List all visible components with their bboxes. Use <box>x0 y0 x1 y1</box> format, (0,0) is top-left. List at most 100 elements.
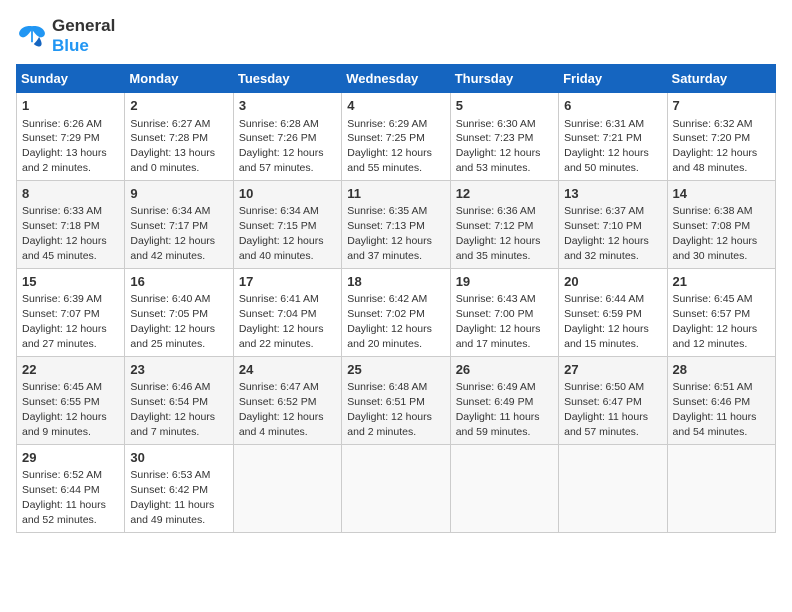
calendar-day-cell: 8 Sunrise: 6:33 AM Sunset: 7:18 PM Dayli… <box>17 180 125 268</box>
day-sunset: Sunset: 7:15 PM <box>239 220 317 232</box>
day-sunset: Sunset: 6:52 PM <box>239 396 317 408</box>
day-sunrise: Sunrise: 6:44 AM <box>564 293 644 305</box>
day-sunset: Sunset: 7:18 PM <box>22 220 100 232</box>
day-number: 21 <box>673 273 770 291</box>
calendar-day-cell: 30 Sunrise: 6:53 AM Sunset: 6:42 PM Dayl… <box>125 444 233 532</box>
empty-cell <box>342 444 450 532</box>
calendar-week-row: 29 Sunrise: 6:52 AM Sunset: 6:44 PM Dayl… <box>17 444 776 532</box>
day-daylight: Daylight: 12 hours and 32 minutes. <box>564 235 649 262</box>
day-daylight: Daylight: 13 hours and 0 minutes. <box>130 147 215 174</box>
day-sunrise: Sunrise: 6:32 AM <box>673 118 753 130</box>
day-number: 9 <box>130 185 227 203</box>
day-sunrise: Sunrise: 6:34 AM <box>130 205 210 217</box>
day-number: 3 <box>239 97 336 115</box>
day-sunset: Sunset: 7:13 PM <box>347 220 425 232</box>
day-number: 2 <box>130 97 227 115</box>
calendar-day-cell: 1 Sunrise: 6:26 AM Sunset: 7:29 PM Dayli… <box>17 93 125 181</box>
day-daylight: Daylight: 12 hours and 27 minutes. <box>22 323 107 350</box>
day-sunrise: Sunrise: 6:52 AM <box>22 469 102 481</box>
day-sunset: Sunset: 7:05 PM <box>130 308 208 320</box>
calendar-day-cell: 23 Sunrise: 6:46 AM Sunset: 6:54 PM Dayl… <box>125 356 233 444</box>
day-sunset: Sunset: 7:08 PM <box>673 220 751 232</box>
day-daylight: Daylight: 11 hours and 57 minutes. <box>564 411 648 438</box>
day-sunrise: Sunrise: 6:45 AM <box>22 381 102 393</box>
empty-cell <box>233 444 341 532</box>
day-sunrise: Sunrise: 6:39 AM <box>22 293 102 305</box>
day-number: 19 <box>456 273 553 291</box>
calendar-day-cell: 9 Sunrise: 6:34 AM Sunset: 7:17 PM Dayli… <box>125 180 233 268</box>
day-number: 7 <box>673 97 770 115</box>
day-sunrise: Sunrise: 6:31 AM <box>564 118 644 130</box>
day-daylight: Daylight: 11 hours and 49 minutes. <box>130 499 214 526</box>
day-sunrise: Sunrise: 6:38 AM <box>673 205 753 217</box>
day-sunset: Sunset: 6:51 PM <box>347 396 425 408</box>
logo-text: General Blue <box>52 16 115 56</box>
day-sunrise: Sunrise: 6:29 AM <box>347 118 427 130</box>
day-daylight: Daylight: 11 hours and 54 minutes. <box>673 411 757 438</box>
day-sunset: Sunset: 7:04 PM <box>239 308 317 320</box>
day-daylight: Daylight: 12 hours and 37 minutes. <box>347 235 432 262</box>
weekday-header-thursday: Thursday <box>450 65 558 93</box>
calendar-day-cell: 12 Sunrise: 6:36 AM Sunset: 7:12 PM Dayl… <box>450 180 558 268</box>
day-sunset: Sunset: 7:21 PM <box>564 132 642 144</box>
day-daylight: Daylight: 12 hours and 20 minutes. <box>347 323 432 350</box>
day-sunset: Sunset: 6:54 PM <box>130 396 208 408</box>
day-sunset: Sunset: 7:07 PM <box>22 308 100 320</box>
day-number: 4 <box>347 97 444 115</box>
day-daylight: Daylight: 11 hours and 52 minutes. <box>22 499 106 526</box>
day-sunset: Sunset: 6:59 PM <box>564 308 642 320</box>
calendar-day-cell: 2 Sunrise: 6:27 AM Sunset: 7:28 PM Dayli… <box>125 93 233 181</box>
logo: General Blue <box>16 16 115 56</box>
day-number: 11 <box>347 185 444 203</box>
day-sunset: Sunset: 6:47 PM <box>564 396 642 408</box>
weekday-header-saturday: Saturday <box>667 65 775 93</box>
weekday-header-wednesday: Wednesday <box>342 65 450 93</box>
day-sunset: Sunset: 6:57 PM <box>673 308 751 320</box>
day-daylight: Daylight: 12 hours and 53 minutes. <box>456 147 541 174</box>
empty-cell <box>559 444 667 532</box>
calendar-day-cell: 5 Sunrise: 6:30 AM Sunset: 7:23 PM Dayli… <box>450 93 558 181</box>
day-daylight: Daylight: 12 hours and 2 minutes. <box>347 411 432 438</box>
weekday-header-tuesday: Tuesday <box>233 65 341 93</box>
day-number: 28 <box>673 361 770 379</box>
weekday-header-sunday: Sunday <box>17 65 125 93</box>
day-daylight: Daylight: 12 hours and 35 minutes. <box>456 235 541 262</box>
calendar-day-cell: 6 Sunrise: 6:31 AM Sunset: 7:21 PM Dayli… <box>559 93 667 181</box>
day-number: 13 <box>564 185 661 203</box>
day-daylight: Daylight: 12 hours and 15 minutes. <box>564 323 649 350</box>
calendar-day-cell: 7 Sunrise: 6:32 AM Sunset: 7:20 PM Dayli… <box>667 93 775 181</box>
day-sunset: Sunset: 6:49 PM <box>456 396 534 408</box>
calendar-day-cell: 24 Sunrise: 6:47 AM Sunset: 6:52 PM Dayl… <box>233 356 341 444</box>
day-sunrise: Sunrise: 6:47 AM <box>239 381 319 393</box>
calendar-day-cell: 15 Sunrise: 6:39 AM Sunset: 7:07 PM Dayl… <box>17 268 125 356</box>
day-sunset: Sunset: 7:29 PM <box>22 132 100 144</box>
day-sunrise: Sunrise: 6:42 AM <box>347 293 427 305</box>
calendar-day-cell: 28 Sunrise: 6:51 AM Sunset: 6:46 PM Dayl… <box>667 356 775 444</box>
day-sunset: Sunset: 7:02 PM <box>347 308 425 320</box>
day-sunset: Sunset: 7:12 PM <box>456 220 534 232</box>
calendar-table: SundayMondayTuesdayWednesdayThursdayFrid… <box>16 64 776 533</box>
calendar-day-cell: 16 Sunrise: 6:40 AM Sunset: 7:05 PM Dayl… <box>125 268 233 356</box>
day-number: 26 <box>456 361 553 379</box>
day-number: 10 <box>239 185 336 203</box>
day-number: 20 <box>564 273 661 291</box>
day-number: 30 <box>130 449 227 467</box>
day-sunrise: Sunrise: 6:37 AM <box>564 205 644 217</box>
day-sunrise: Sunrise: 6:50 AM <box>564 381 644 393</box>
day-number: 16 <box>130 273 227 291</box>
empty-cell <box>450 444 558 532</box>
day-number: 12 <box>456 185 553 203</box>
day-number: 8 <box>22 185 119 203</box>
day-sunset: Sunset: 7:26 PM <box>239 132 317 144</box>
calendar-week-row: 15 Sunrise: 6:39 AM Sunset: 7:07 PM Dayl… <box>17 268 776 356</box>
day-sunrise: Sunrise: 6:30 AM <box>456 118 536 130</box>
day-sunrise: Sunrise: 6:40 AM <box>130 293 210 305</box>
day-daylight: Daylight: 12 hours and 42 minutes. <box>130 235 215 262</box>
day-daylight: Daylight: 12 hours and 25 minutes. <box>130 323 215 350</box>
calendar-day-cell: 11 Sunrise: 6:35 AM Sunset: 7:13 PM Dayl… <box>342 180 450 268</box>
day-sunrise: Sunrise: 6:51 AM <box>673 381 753 393</box>
weekday-header-monday: Monday <box>125 65 233 93</box>
day-number: 23 <box>130 361 227 379</box>
day-sunset: Sunset: 7:20 PM <box>673 132 751 144</box>
calendar-day-cell: 29 Sunrise: 6:52 AM Sunset: 6:44 PM Dayl… <box>17 444 125 532</box>
